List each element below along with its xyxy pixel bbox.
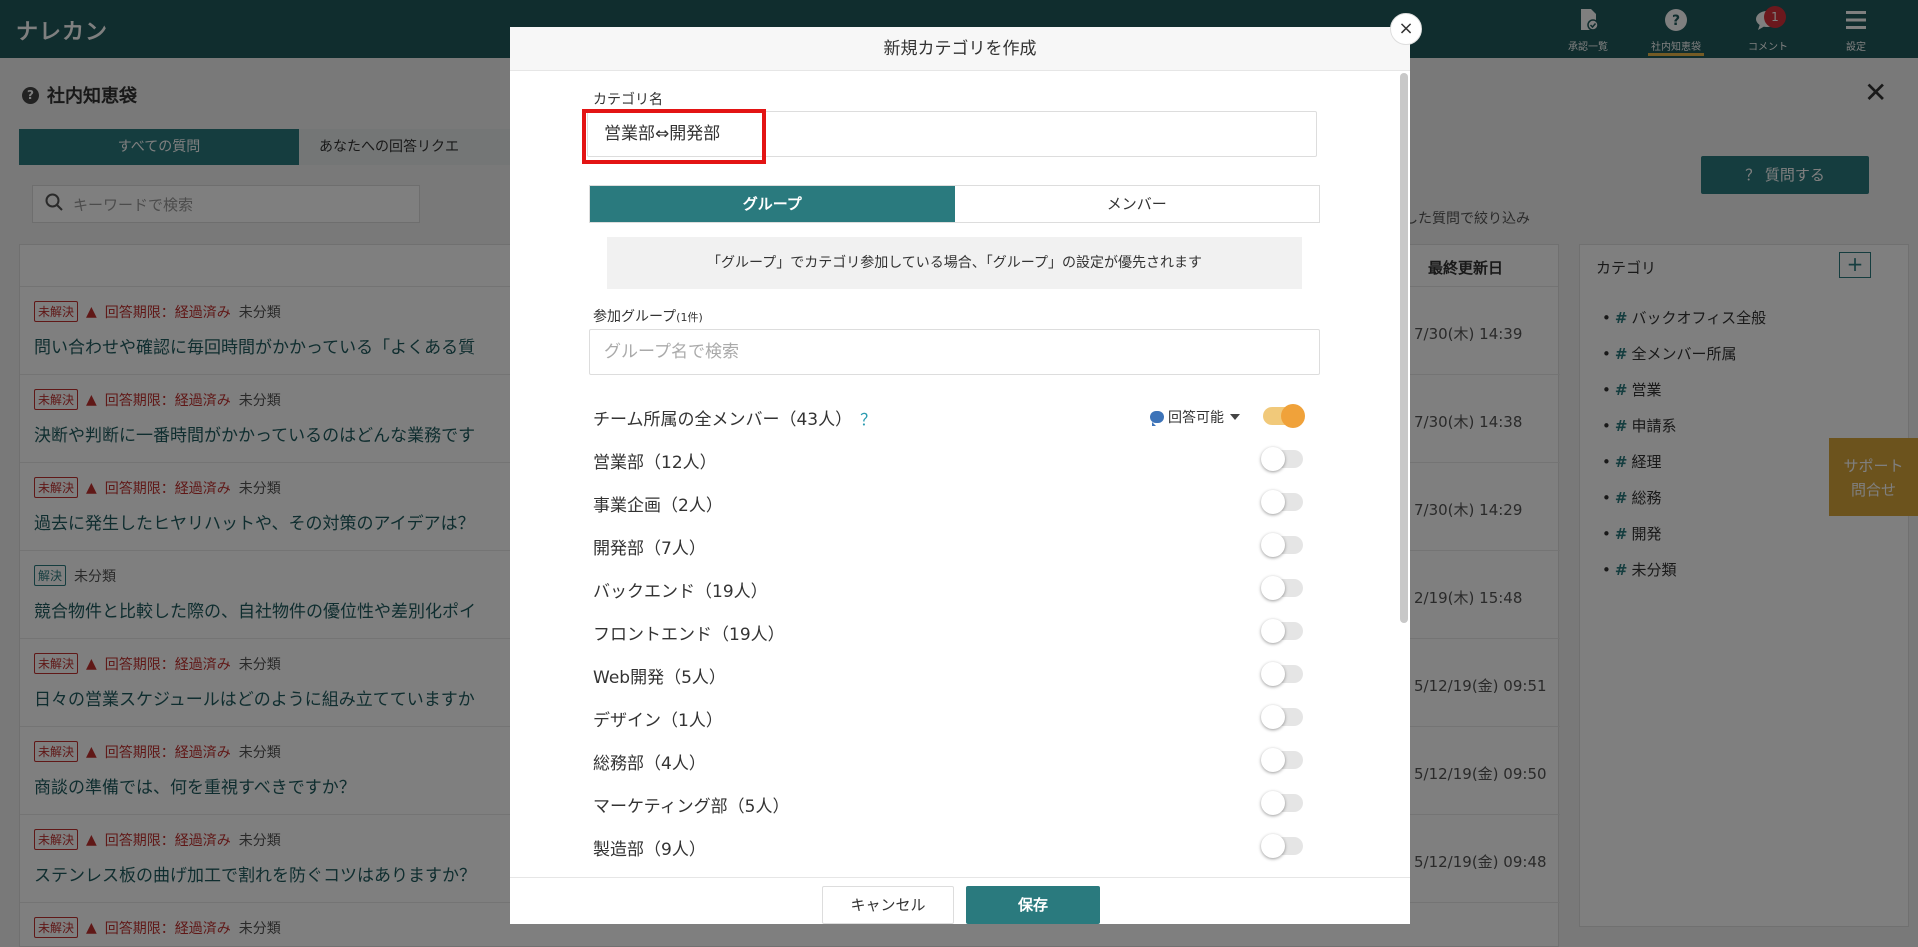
group-row: 営業部（12人） [593, 446, 1303, 476]
group-toggle[interactable] [1261, 447, 1303, 471]
group-name: 開発部（7人） [593, 539, 706, 559]
category-name-label: カテゴリ名 [593, 92, 663, 108]
group-row: 総務部（4人） [593, 747, 1303, 777]
group-toggle[interactable] [1261, 791, 1303, 815]
help-icon[interactable]: ？ [860, 410, 876, 429]
create-category-dialog: 新規カテゴリを作成 カテゴリ名 営業部⇔開発部 グループ メンバー 「グループ」… [510, 27, 1410, 924]
group-toggle[interactable] [1261, 662, 1303, 686]
answer-permission-dropdown[interactable]: 回答可能 [1150, 407, 1240, 427]
group-row: Web開発（5人） [593, 661, 1303, 691]
tab-group[interactable]: グループ [590, 186, 955, 222]
group-name: 営業部（12人） [593, 453, 717, 473]
group-row: 製造部（9人） [593, 833, 1303, 863]
group-member-toggle: グループ メンバー [589, 185, 1320, 223]
chevron-down-icon [1230, 414, 1240, 420]
comment-bubble-icon [1150, 411, 1164, 426]
group-toggle[interactable] [1261, 748, 1303, 772]
group-row: 事業企画（2人） [593, 489, 1303, 519]
dialog-scrollbar[interactable] [1400, 73, 1408, 623]
group-name: Web開発（5人） [593, 668, 726, 688]
group-row: フロントエンド（19人） [593, 618, 1303, 648]
cancel-button[interactable]: キャンセル [822, 886, 954, 924]
dialog-footer: キャンセル 保存 [510, 877, 1410, 924]
group-toggle[interactable] [1261, 834, 1303, 858]
group-name: 製造部（9人） [593, 840, 706, 860]
group-toggle[interactable] [1261, 576, 1303, 600]
group-row: バックエンド（19人） [593, 575, 1303, 605]
save-button[interactable]: 保存 [966, 886, 1100, 924]
tab-member[interactable]: メンバー [954, 186, 1319, 222]
group-toggle[interactable] [1263, 404, 1305, 428]
group-name: 事業企画（2人） [593, 496, 723, 516]
priority-notice: 「グループ」でカテゴリ参加している場合、「グループ」の設定が優先されます [607, 237, 1302, 289]
dialog-title: 新規カテゴリを作成 [510, 27, 1410, 71]
group-row: 開発部（7人） [593, 532, 1303, 562]
group-toggle[interactable] [1261, 533, 1303, 557]
highlight-box [582, 109, 766, 164]
group-name: マーケティング部（5人） [593, 797, 790, 817]
group-name: フロントエンド（19人） [593, 625, 785, 645]
group-name: バックエンド（19人） [593, 582, 768, 602]
group-row: マーケティング部（5人） [593, 790, 1303, 820]
close-dialog-icon[interactable]: × [1390, 13, 1422, 45]
group-search-input[interactable]: グループ名で検索 [589, 329, 1320, 375]
group-name: デザイン（1人） [593, 711, 723, 731]
group-row: チーム所属の全メンバー（43人） ？ 回答可能 [593, 403, 1305, 433]
group-name: チーム所属の全メンバー（43人） [593, 410, 853, 430]
group-toggle[interactable] [1261, 619, 1303, 643]
group-toggle[interactable] [1261, 490, 1303, 514]
group-toggle[interactable] [1261, 705, 1303, 729]
join-group-label: 参加グループ(1件) [593, 309, 703, 325]
group-name: 総務部（4人） [593, 754, 706, 774]
group-row: デザイン（1人） [593, 704, 1303, 734]
